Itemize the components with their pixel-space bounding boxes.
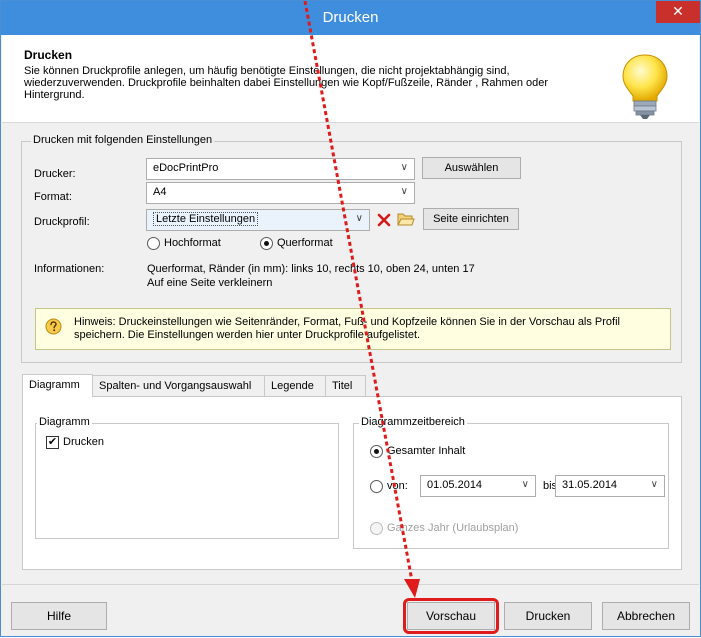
window-title: Drucken	[322, 9, 379, 26]
title-bar[interactable]: Drucken ✕	[1, 1, 700, 35]
print-diagram-label: Drucken	[63, 436, 104, 448]
entire-content-radio[interactable]	[370, 445, 383, 458]
portrait-label: Hochformat	[164, 237, 221, 249]
whole-year-label: Ganzes Jahr (Urlaubsplan)	[387, 522, 519, 534]
to-date-value: 31.05.2014	[562, 479, 618, 491]
open-folder-icon[interactable]	[397, 211, 415, 228]
print-button[interactable]: Drucken	[504, 602, 592, 630]
print-settings-group-label: Drucken mit folgenden Einstellungen	[31, 134, 215, 146]
header-title: Drucken	[24, 48, 73, 62]
info-line-2: Auf eine Seite verkleinern	[147, 277, 273, 289]
tab-title[interactable]: Titel	[325, 375, 366, 397]
dialog-header: Drucken Sie können Druckprofile anlegen,…	[2, 35, 699, 123]
landscape-label: Querformat	[277, 237, 333, 249]
portrait-radio[interactable]	[147, 237, 160, 250]
from-label: von:	[387, 480, 408, 492]
diagram-tab-panel: Diagramm ✔ Drucken Diagrammzeitbereich G…	[22, 396, 682, 570]
diagram-group-label: Diagramm	[37, 416, 92, 428]
printer-select[interactable]: eDocPrintPro ∨	[146, 158, 415, 180]
chevron-down-icon: ∨	[521, 479, 529, 490]
profile-select-value: Letzte Einstellungen	[153, 212, 259, 226]
close-icon: ✕	[672, 3, 684, 19]
from-range-radio[interactable]	[370, 480, 383, 493]
lightbulb-icon	[622, 54, 668, 119]
from-date-value: 01.05.2014	[427, 479, 483, 491]
format-label: Format:	[34, 191, 72, 203]
help-button[interactable]: Hilfe	[11, 602, 107, 630]
hint-box: Hinweis: Druckeinstellungen wie Seitenrä…	[35, 308, 671, 350]
print-dialog: Drucken ✕ Drucken Sie können Druckprofil…	[0, 0, 701, 637]
tab-legend[interactable]: Legende	[264, 375, 326, 397]
to-date-picker[interactable]: 31.05.2014 ∨	[555, 475, 665, 497]
cancel-button[interactable]: Abbrechen	[602, 602, 690, 630]
tab-columns-tasks[interactable]: Spalten- und Vorgangsauswahl	[92, 375, 265, 397]
tab-diagram[interactable]: Diagramm	[22, 374, 93, 397]
select-printer-button[interactable]: Auswählen	[422, 157, 521, 179]
printer-label: Drucker:	[34, 168, 76, 180]
diagram-range-group-label: Diagrammzeitbereich	[359, 416, 467, 428]
close-button[interactable]: ✕	[656, 1, 700, 23]
info-line-1: Querformat, Ränder (in mm): links 10, re…	[147, 263, 475, 275]
delete-profile-icon[interactable]	[376, 212, 392, 228]
from-date-picker[interactable]: 01.05.2014 ∨	[420, 475, 536, 497]
chevron-down-icon: ∨	[650, 479, 658, 490]
format-select[interactable]: A4 ∨	[146, 182, 415, 204]
profile-select[interactable]: Letzte Einstellungen ∨	[146, 209, 370, 231]
page-setup-button[interactable]: Seite einrichten	[423, 208, 519, 230]
format-select-value: A4	[153, 186, 167, 198]
print-diagram-checkbox[interactable]: ✔	[46, 436, 59, 449]
header-description: Sie können Druckprofile anlegen, um häuf…	[24, 65, 549, 101]
chevron-down-icon: ∨	[400, 186, 408, 197]
hint-text: Hinweis: Druckeinstellungen wie Seitenrä…	[74, 316, 620, 341]
info-label: Informationen:	[34, 263, 105, 275]
printer-select-value: eDocPrintPro	[153, 162, 219, 174]
preview-button[interactable]: Vorschau	[407, 602, 495, 630]
whole-year-radio[interactable]	[370, 522, 383, 535]
chevron-down-icon: ∨	[355, 213, 363, 224]
profile-label: Druckprofil:	[34, 216, 90, 228]
hint-icon	[45, 318, 62, 335]
entire-content-label: Gesamter Inhalt	[387, 445, 466, 457]
footer-divider	[2, 584, 699, 585]
landscape-radio[interactable]	[260, 237, 273, 250]
chevron-down-icon: ∨	[400, 162, 408, 173]
